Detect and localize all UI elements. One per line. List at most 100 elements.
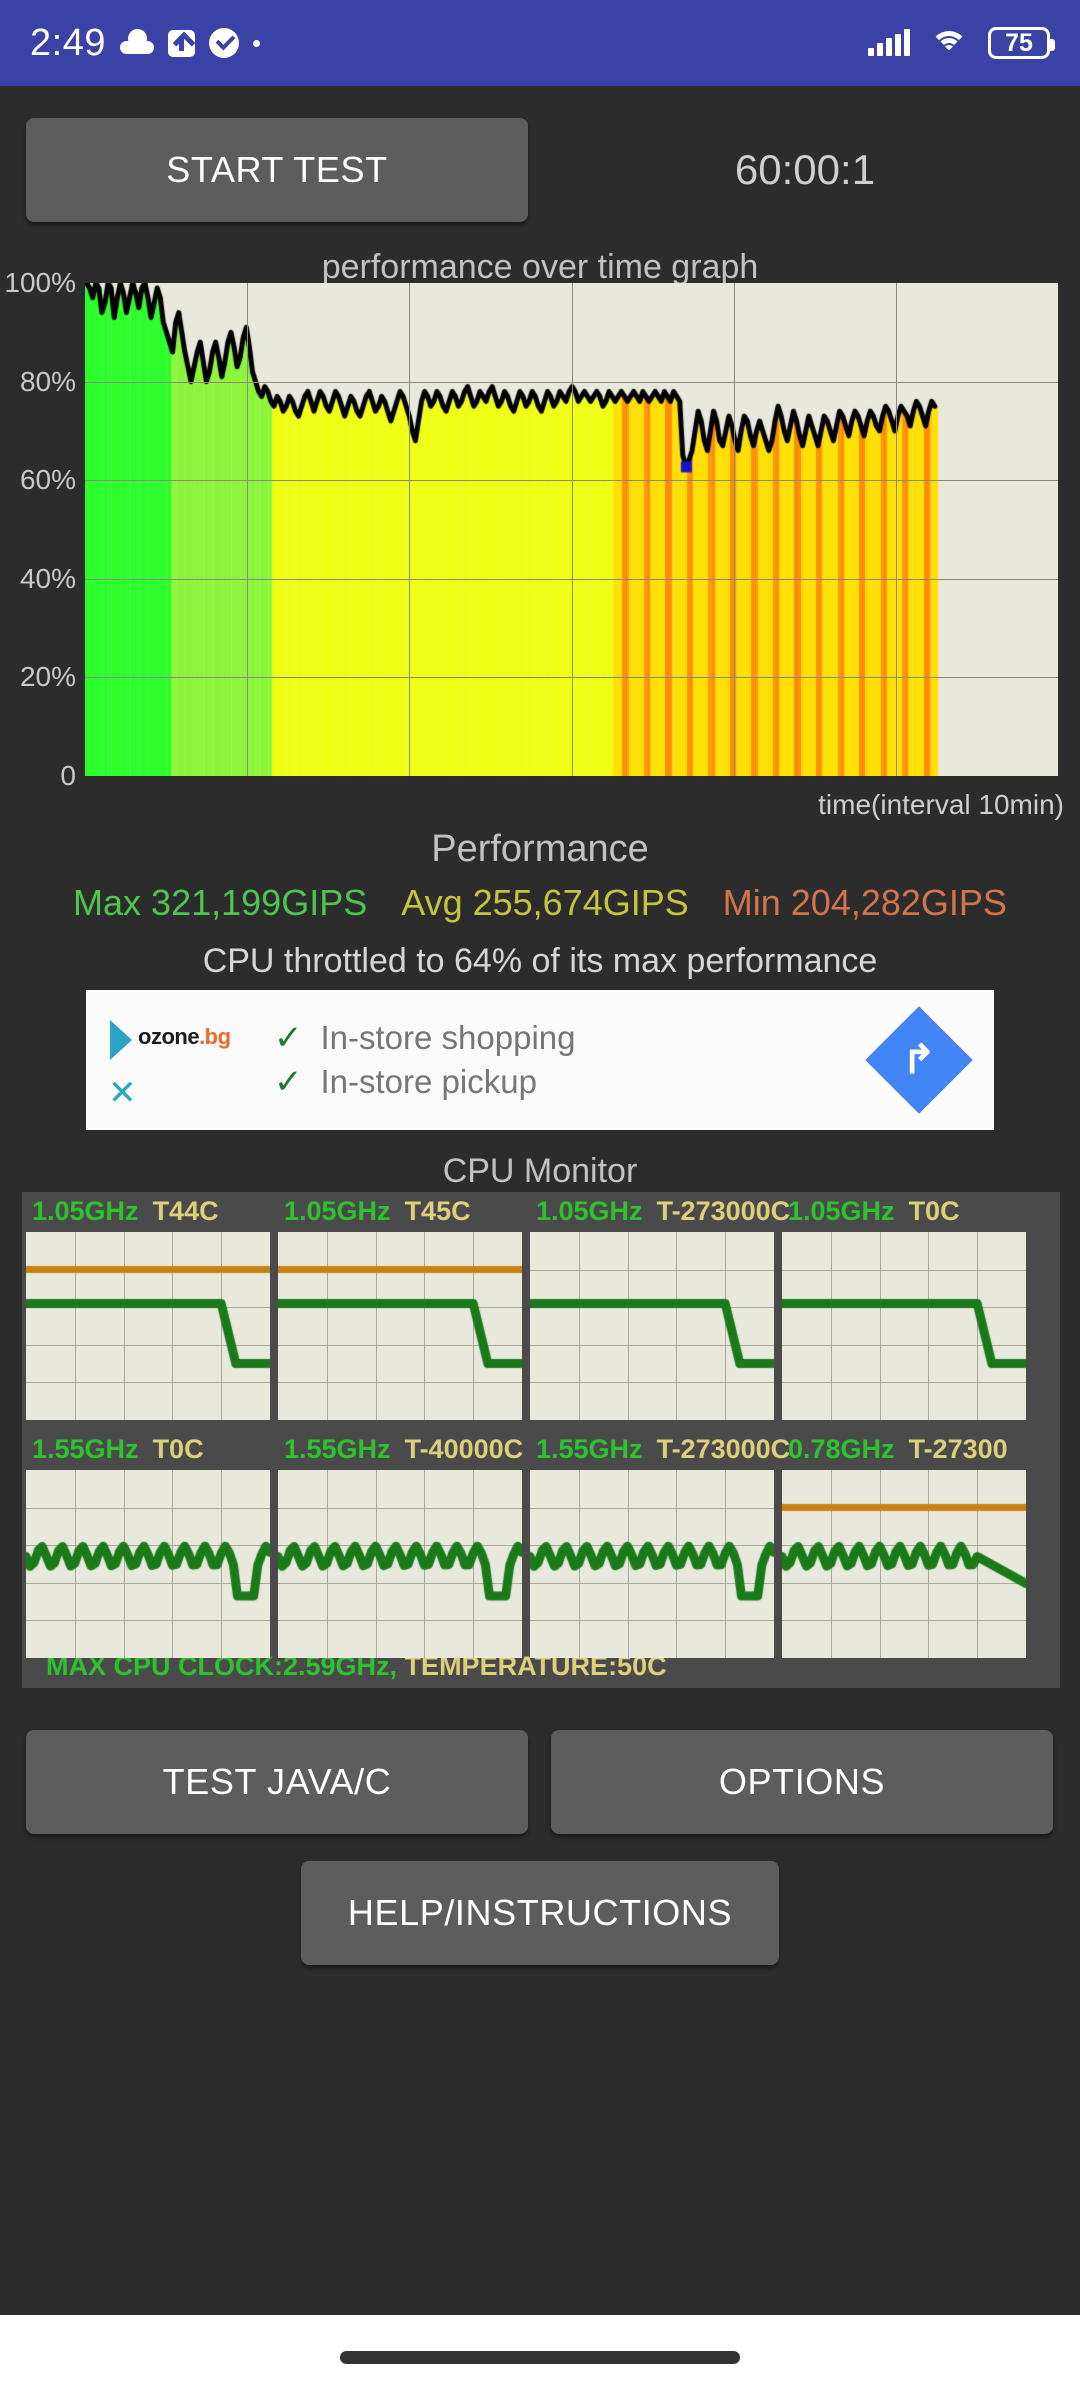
cpu-core-label: 1.05GHz T-273000C	[536, 1196, 790, 1227]
cpu-core-label: 0.78GHz T-27300	[788, 1434, 1008, 1465]
cpu-core-graph	[530, 1232, 774, 1420]
battery-icon: 75	[988, 27, 1055, 59]
help-instructions-button[interactable]: HELP/INSTRUCTIONS	[301, 1861, 779, 1965]
ad-feature-row: ✓ In-store pickup	[274, 1063, 844, 1101]
performance-max: Max 321,199GIPS	[73, 882, 368, 923]
top-toolbar: START TEST 60:00:1	[0, 118, 1080, 228]
chart-y-tick: 60%	[19, 464, 76, 496]
chart-y-tick: 20%	[19, 661, 76, 693]
cpu-core-trace	[782, 1470, 1026, 1658]
cpu-core-frequency: 1.55GHz	[284, 1434, 391, 1464]
cpu-monitor-heading: CPU Monitor	[442, 1152, 638, 1190]
ad-brand-name: ozone	[138, 1024, 200, 1049]
chart-x-axis-label: time(interval 10min)	[818, 789, 1064, 820]
cpu-core-label: 1.55GHz T-40000C	[284, 1434, 523, 1465]
status-bar: 2:49 75	[0, 0, 1080, 86]
check-icon: ✓	[274, 1063, 303, 1101]
cpu-core-trace	[782, 1232, 1026, 1420]
test-timer: 60:00:1	[734, 146, 876, 193]
performance-avg: Avg 255,674GIPS	[401, 882, 689, 923]
cpu-core-label: 1.05GHz T44C	[32, 1196, 219, 1227]
cpu-core-frequency: 1.55GHz	[32, 1434, 139, 1464]
test-java-c-button[interactable]: TEST JAVA/C	[26, 1730, 528, 1834]
cpu-core-graph	[782, 1470, 1026, 1658]
cpu-core-label: 1.55GHz T0C	[32, 1434, 204, 1465]
upload-icon	[167, 29, 195, 57]
cpu-core-trace	[530, 1232, 774, 1420]
chart-y-tick: 100%	[4, 267, 76, 298]
cpu-monitor-panel: MAX CPU CLOCK:2.59GHz, TEMPERATURE:50C 1…	[22, 1192, 1060, 1688]
cpu-core-label: 1.55GHz T-273000C	[536, 1434, 790, 1465]
options-button[interactable]: OPTIONS	[551, 1730, 1053, 1834]
start-test-button[interactable]: START TEST	[26, 118, 528, 222]
throttle-status: CPU throttled to 64% of its max performa…	[202, 942, 878, 980]
system-navigation-bar	[0, 2315, 1080, 2400]
chart-y-tick: 80%	[19, 365, 76, 397]
ad-feature-2: In-store pickup	[320, 1063, 537, 1100]
ad-body: ✓ In-store shopping ✓ In-store pickup	[206, 1013, 844, 1107]
cpu-core-frequency: 1.05GHz	[536, 1196, 643, 1226]
cpu-core-trace	[278, 1232, 522, 1420]
chart-title: performance over time graph	[321, 248, 759, 286]
ad-brand-tld: .bg	[199, 1024, 231, 1049]
chart-y-tick: 40%	[19, 562, 76, 594]
cpu-core-temperature: T-40000C	[404, 1434, 524, 1464]
close-icon[interactable]: ✕	[108, 1076, 137, 1110]
performance-min: Min 204,282GIPS	[722, 882, 1007, 923]
wifi-icon	[930, 29, 968, 57]
gesture-pill[interactable]	[340, 2351, 740, 2364]
cpu-core-frequency: 1.05GHz	[788, 1196, 895, 1226]
chart-y-axis: 100% 80% 60% 40% 20% 0	[0, 267, 82, 791]
cpu-core-label: 1.05GHz T0C	[788, 1196, 960, 1227]
cpu-core-graph	[278, 1470, 522, 1658]
dot-icon	[252, 39, 260, 47]
clock: 2:49	[30, 21, 106, 64]
cpu-core-graph	[26, 1470, 270, 1658]
chart-gridline-v	[572, 283, 573, 776]
cpu-core-temperature: T44C	[152, 1196, 219, 1226]
ad-cta[interactable]: ↱	[844, 1006, 994, 1114]
cpu-core-graph	[26, 1232, 270, 1420]
chart-gridline-v	[734, 283, 735, 776]
status-bar-right: 75	[868, 27, 1055, 59]
cpu-core-trace	[278, 1470, 522, 1658]
cpu-core-graph	[530, 1470, 774, 1658]
cpu-core-temperature: T0C	[152, 1434, 204, 1464]
cpu-core-trace	[26, 1470, 270, 1658]
performance-chart: 100% 80% 60% 40% 20% 0	[0, 267, 1080, 791]
cpu-core-temperature: T-27300	[908, 1434, 1008, 1464]
cpu-core-temperature: T-273000C	[656, 1434, 791, 1464]
signal-icon	[868, 29, 910, 56]
cpu-core-trace	[26, 1232, 270, 1420]
cpu-core-trace	[530, 1470, 774, 1658]
battery-level: 75	[1005, 28, 1033, 57]
ad-arrow-icon[interactable]: ↱	[865, 1006, 973, 1114]
cpu-core-graph	[782, 1232, 1026, 1420]
cpu-core-temperature: T-273000C	[656, 1196, 791, 1226]
cpu-core-frequency: 1.05GHz	[284, 1196, 391, 1226]
ad-feature-row: ✓ In-store shopping	[274, 1019, 844, 1057]
check-icon: ✓	[274, 1019, 303, 1057]
ad-left-column: ✕ ozone.bg	[86, 990, 231, 1130]
cpu-core-temperature: T0C	[908, 1196, 960, 1226]
cpu-core-frequency: 0.78GHz	[788, 1434, 895, 1464]
chart-gridline-v	[247, 283, 248, 776]
performance-stats: Max 321,199GIPS Avg 255,674GIPS Min 204,…	[0, 882, 1080, 924]
chart-gridline-v	[896, 283, 897, 776]
chart-y-tick: 0	[60, 760, 76, 791]
cpu-core-label: 1.05GHz T45C	[284, 1196, 471, 1227]
status-bar-left: 2:49	[30, 22, 260, 65]
chart-gridline-v	[409, 283, 410, 776]
cpu-core-frequency: 1.55GHz	[536, 1434, 643, 1464]
cpu-core-temperature: T45C	[404, 1196, 471, 1226]
cloud-icon	[119, 29, 154, 54]
ad-brand-logo: ozone.bg	[138, 1024, 231, 1050]
cpu-core-frequency: 1.05GHz	[32, 1196, 139, 1226]
ad-feature-1: In-store shopping	[320, 1019, 576, 1056]
arrow-glyph: ↱	[902, 1037, 936, 1082]
ad-banner[interactable]: ✕ ozone.bg ✓ In-store shopping ✓ In-stor…	[86, 990, 994, 1130]
performance-heading: Performance	[431, 828, 649, 870]
chart-plot-area	[85, 283, 1058, 776]
check-circle-icon	[208, 28, 239, 58]
cpu-core-graph	[278, 1232, 522, 1420]
